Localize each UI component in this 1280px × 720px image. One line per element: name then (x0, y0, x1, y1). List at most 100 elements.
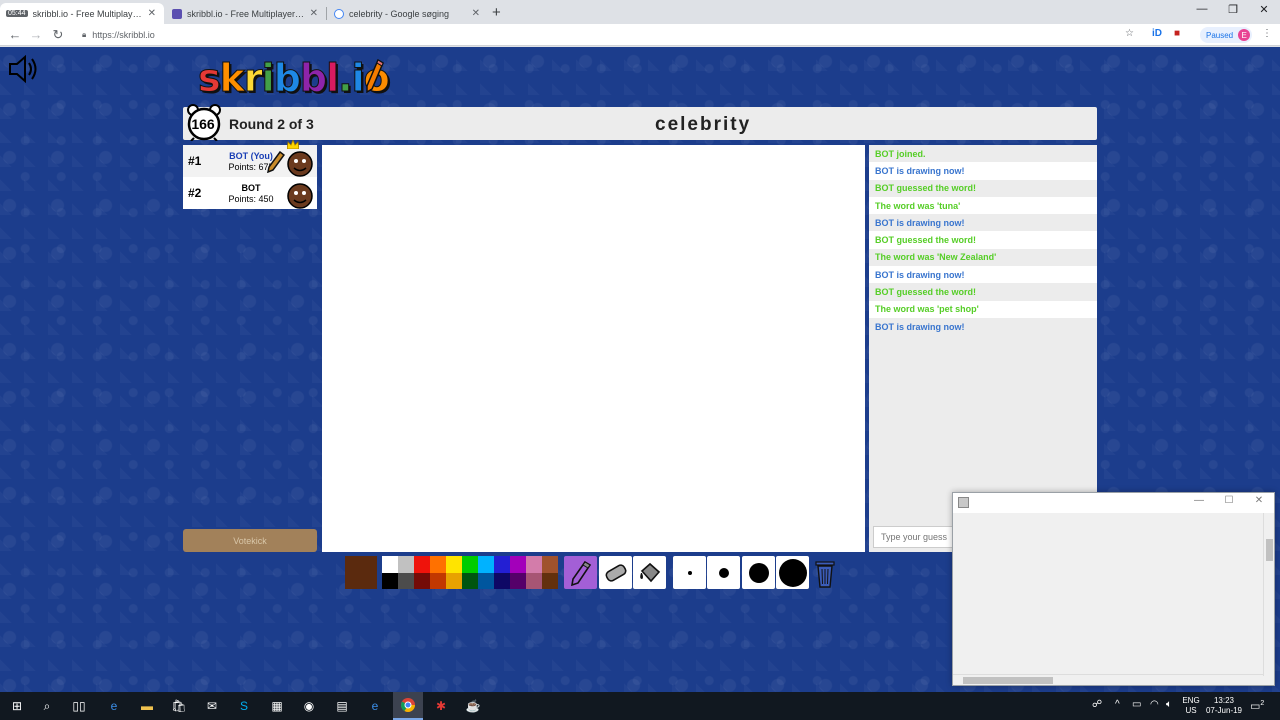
color-swatch[interactable] (446, 556, 462, 573)
vertical-scrollbar[interactable] (1263, 513, 1274, 676)
menu-kebab-icon[interactable]: ⋮ (1262, 28, 1272, 39)
color-swatch[interactable] (510, 572, 526, 589)
color-swatch[interactable] (542, 556, 558, 573)
edge-icon[interactable]: e (105, 697, 123, 715)
bookmark-star-icon[interactable]: ☆ (1125, 28, 1134, 39)
color-swatch[interactable] (398, 572, 414, 589)
steam-icon[interactable]: ◉ (300, 697, 318, 715)
internet-explorer-icon[interactable]: e (366, 697, 384, 715)
skype-icon[interactable]: S (235, 697, 253, 715)
color-swatch[interactable] (446, 572, 462, 589)
restore-icon[interactable]: ❐ (1218, 3, 1248, 16)
color-swatch[interactable] (510, 556, 526, 573)
scroll-thumb[interactable] (963, 677, 1053, 684)
chrome-taskbar-icon[interactable] (393, 692, 423, 720)
player-rank: #2 (188, 186, 202, 200)
calculator-icon[interactable]: ▦ (268, 697, 286, 715)
chat-message: BOT is drawing now! (869, 317, 1097, 336)
window-minimize-icon[interactable]: — (1184, 495, 1214, 506)
color-swatch[interactable] (478, 556, 494, 573)
horizontal-scrollbar[interactable] (953, 674, 1263, 685)
color-swatch[interactable] (382, 572, 398, 589)
eraser-tool-button[interactable] (599, 556, 632, 589)
color-swatch[interactable] (478, 572, 494, 589)
brush-small-icon (687, 570, 692, 575)
brush-size-medium-button[interactable] (707, 556, 740, 589)
store-icon[interactable]: 🛍︎ (170, 697, 188, 715)
back-icon[interactable]: ← (6, 27, 24, 42)
player-row[interactable]: #1 BOT (You) Points: 675 (183, 140, 317, 177)
color-swatch[interactable] (526, 556, 542, 573)
pencil-tool-button[interactable] (564, 556, 597, 589)
forward-icon[interactable]: → (27, 27, 45, 42)
player-row[interactable]: #2 BOT Points: 450 (183, 177, 317, 209)
window-close-icon[interactable]: ✕ (1244, 495, 1274, 506)
color-swatch[interactable] (526, 572, 542, 589)
search-icon[interactable]: ⌕ (38, 697, 56, 715)
extension-red-icon[interactable]: ■ (1174, 28, 1180, 39)
chat-message: BOT joined. (869, 145, 1097, 163)
scroll-thumb[interactable] (1266, 539, 1273, 561)
minimize-icon[interactable]: — (1187, 3, 1217, 15)
chat-message: The word was 'pet shop' (869, 300, 1097, 318)
extension-id-icon[interactable]: iD (1152, 28, 1162, 39)
tab-skribbl-active[interactable]: 05:44 skribbl.io - Free Multiplayer Draw… (0, 3, 164, 24)
people-icon[interactable]: ☍ (1092, 700, 1102, 710)
browser-tab-bar: 05:44 skribbl.io - Free Multiplayer Draw… (0, 0, 1280, 24)
player-avatar (287, 151, 313, 177)
region-code: US (1185, 706, 1197, 715)
tab-skribbl[interactable]: skribbl.io - Free Multiplayer Draw ✕ (166, 3, 326, 24)
brush-size-xlarge-button[interactable] (776, 556, 809, 589)
tab-close-icon[interactable]: ✕ (310, 8, 318, 19)
tray-expand-icon[interactable]: ^ (1115, 700, 1120, 710)
chat-message: The word was 'tuna' (869, 196, 1097, 215)
color-swatch[interactable] (382, 556, 398, 573)
tab-google-search[interactable]: celebrity - Google søging ✕ (328, 3, 488, 24)
clock-date: 07-Jun-19 (1205, 706, 1243, 715)
brush-size-large-button[interactable] (742, 556, 775, 589)
skribbl-favicon-icon (172, 8, 182, 19)
window-maximize-icon[interactable]: ☐ (1214, 495, 1244, 506)
tab-badge: 05:44 (6, 10, 28, 17)
color-swatch[interactable] (414, 572, 430, 589)
task-view-icon[interactable]: ▯▯ (70, 697, 88, 715)
file-explorer-icon[interactable]: ▬ (138, 697, 156, 715)
color-swatch[interactable] (542, 572, 558, 589)
color-swatch[interactable] (494, 572, 510, 589)
clear-canvas-trash-icon[interactable] (813, 558, 837, 588)
color-swatch[interactable] (430, 556, 446, 573)
close-window-icon[interactable]: ✕ (1249, 3, 1279, 16)
color-swatch[interactable] (430, 572, 446, 589)
new-tab-icon[interactable]: + (492, 4, 501, 21)
reload-icon[interactable]: ↻ (49, 27, 67, 43)
color-swatch[interactable] (462, 556, 478, 573)
windows-start-icon[interactable]: ⊞ (8, 697, 26, 715)
app-red-icon[interactable]: ✱ (432, 697, 450, 715)
color-swatch[interactable] (398, 556, 414, 573)
clock[interactable]: 13:23 07-Jun-19 (1204, 696, 1244, 716)
brush-size-small-button[interactable] (673, 556, 706, 589)
color-swatch[interactable] (462, 572, 478, 589)
wifi-icon[interactable]: ◠ (1150, 700, 1159, 710)
lock-icon: 🔒︎ (82, 30, 87, 39)
drawing-canvas[interactable] (322, 145, 865, 552)
color-swatch[interactable] (414, 556, 430, 573)
tab-close-icon[interactable]: ✕ (148, 8, 156, 19)
skribbl-logo: skribbl.io (198, 56, 391, 101)
chat-message: BOT guessed the word! (869, 179, 1097, 197)
network-icon[interactable]: ▭ (1132, 700, 1141, 710)
votekick-button[interactable]: Votekick (183, 529, 317, 552)
notepad-icon[interactable]: ▤ (333, 697, 351, 715)
tab-close-icon[interactable]: ✕ (472, 8, 480, 19)
sound-toggle-icon[interactable] (8, 55, 38, 83)
address-bar[interactable]: 🔒︎ https://skribbl.io (76, 26, 1142, 44)
color-swatch[interactable] (494, 556, 510, 573)
window-titlebar[interactable]: — ☐ ✕ (953, 493, 1274, 513)
fill-tool-button[interactable] (633, 556, 666, 589)
java-app-icon[interactable]: ☕ (464, 697, 482, 715)
notifications-icon[interactable]: ▭2 (1250, 699, 1264, 712)
profile-paused-button[interactable]: Paused E (1200, 27, 1252, 43)
language-indicator[interactable]: ENG US (1180, 696, 1202, 716)
volume-icon[interactable]: 🔈︎ (1166, 700, 1172, 710)
mail-icon[interactable]: ✉ (203, 697, 221, 715)
